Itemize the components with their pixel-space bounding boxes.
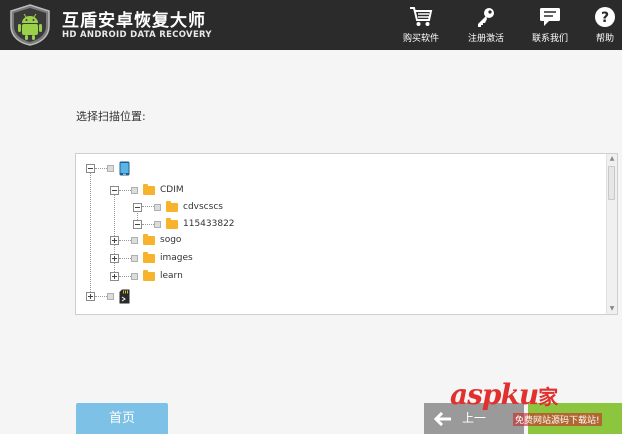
node-checkbox[interactable]: [131, 272, 138, 280]
contact-us-button[interactable]: 联系我们: [530, 6, 570, 46]
expand-toggle[interactable]: [86, 291, 95, 301]
folder-icon: [166, 217, 178, 229]
scan-location-prompt: 选择扫描位置:: [76, 110, 146, 123]
node-label: images: [160, 253, 193, 263]
aspku-watermark: aspku家: [450, 378, 558, 411]
folder-icon: [143, 251, 155, 263]
tree-node-sogo[interactable]: sogo: [110, 232, 181, 248]
scroll-up-arrow-icon[interactable]: ▲: [608, 155, 616, 163]
tree-node-115433822[interactable]: 115433822: [133, 216, 235, 232]
tree-scrollbar[interactable]: ▲ ▼: [606, 154, 617, 314]
register-activate-button[interactable]: 注册激活: [467, 6, 505, 46]
phone-device-icon: [119, 161, 130, 175]
node-checkbox[interactable]: [154, 220, 161, 228]
node-label: sogo: [160, 235, 182, 245]
title-bar: 互盾安卓恢复大师 HD ANDROID DATA RECOVERY 购买软件 注…: [0, 0, 622, 50]
folder-icon: [166, 200, 178, 212]
collapse-toggle[interactable]: [86, 163, 95, 173]
watermark-jia: 家: [538, 385, 558, 409]
shopping-cart-icon: [410, 7, 433, 26]
collapse-toggle[interactable]: [133, 202, 142, 212]
contact-label: 联系我们: [531, 34, 568, 44]
chat-bubble-icon: [540, 8, 560, 26]
scroll-thumb[interactable]: [608, 166, 615, 200]
expand-toggle[interactable]: [110, 253, 119, 263]
help-question-icon: ?: [595, 7, 615, 27]
key-icon: [478, 8, 494, 27]
expand-toggle[interactable]: [110, 235, 119, 245]
tree-node-phone[interactable]: [86, 160, 130, 176]
scan-location-tree[interactable]: CDIM cdvscscs 115433822 sogo images lear…: [75, 153, 618, 315]
tree-node-sd-card[interactable]: [86, 288, 130, 304]
node-checkbox[interactable]: [107, 164, 114, 172]
android-shield-logo-icon: [10, 4, 50, 46]
collapse-toggle[interactable]: [133, 219, 142, 229]
collapse-toggle[interactable]: [110, 185, 119, 195]
tree-node-images[interactable]: images: [110, 250, 193, 266]
node-checkbox[interactable]: [154, 203, 161, 211]
node-checkbox[interactable]: [131, 254, 138, 262]
folder-icon: [143, 183, 155, 195]
home-button[interactable]: 首页: [76, 403, 168, 434]
arrow-left-icon: [434, 412, 451, 426]
tree-connector: [90, 172, 91, 298]
help-button[interactable]: ? 帮助: [592, 6, 618, 46]
scroll-down-arrow-icon[interactable]: ▼: [608, 305, 616, 313]
watermark-ku: ku: [500, 378, 539, 411]
buy-label: 购买软件: [402, 34, 439, 44]
register-label: 注册激活: [467, 34, 504, 44]
tree-node-cdvscscs[interactable]: cdvscscs: [133, 199, 223, 215]
folder-icon: [143, 233, 155, 245]
app-title: 互盾安卓恢复大师: [62, 11, 206, 31]
node-label: CDIM: [160, 185, 184, 195]
node-label: cdvscscs: [183, 202, 223, 212]
app-subtitle: HD ANDROID DATA RECOVERY: [62, 30, 212, 40]
folder-icon: [143, 269, 155, 281]
tree-node-learn[interactable]: learn: [110, 268, 183, 284]
buy-software-button[interactable]: 购买软件: [402, 6, 440, 46]
node-checkbox[interactable]: [131, 186, 138, 194]
sd-card-icon: [119, 289, 130, 303]
help-label: 帮助: [595, 34, 614, 44]
node-label: 115433822: [183, 219, 235, 229]
node-checkbox[interactable]: [131, 236, 138, 244]
svg-text:?: ?: [601, 10, 609, 26]
watermark-subtitle: 免费网站源码下载站!: [513, 413, 602, 426]
node-checkbox[interactable]: [107, 292, 114, 300]
watermark-asp: asp: [450, 378, 501, 411]
node-label: learn: [160, 271, 183, 281]
tree-node-cdim[interactable]: CDIM: [110, 182, 184, 198]
expand-toggle[interactable]: [110, 271, 119, 281]
